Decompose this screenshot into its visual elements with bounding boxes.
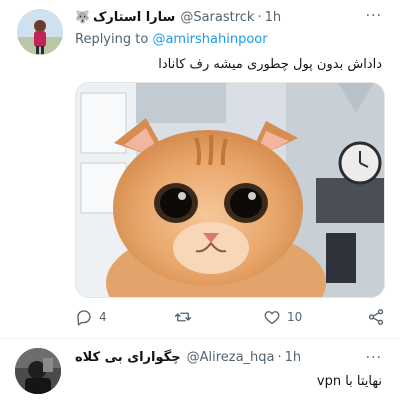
like-button[interactable]: 10	[263, 306, 302, 328]
reply-button[interactable]: 4	[75, 306, 107, 328]
tweet-text: داداش بدون پول چطوری میشه رف کانادا	[158, 57, 382, 72]
user-handle[interactable]: @Alireza_hqa	[187, 350, 275, 365]
tweet-actions: 4 10	[75, 306, 385, 328]
display-name[interactable]: چگوارای بی کلاه	[75, 350, 181, 365]
more-icon[interactable]: ···	[366, 350, 382, 366]
replying-to-label: Replying to	[75, 32, 153, 47]
share-button[interactable]	[367, 306, 385, 328]
reply-icon	[77, 310, 91, 326]
separator-dot: ·	[277, 349, 282, 365]
timestamp[interactable]: 1h	[285, 350, 302, 365]
tweet-media-image[interactable]	[75, 82, 385, 298]
avatar[interactable]	[17, 9, 63, 55]
share-icon	[368, 309, 384, 325]
like-count: 10	[287, 310, 303, 324]
wolf-icon: 🐺	[75, 10, 90, 24]
timestamp[interactable]: 1h	[265, 10, 282, 25]
heart-icon	[264, 311, 280, 325]
separator-dot: ·	[257, 9, 262, 25]
tweet[interactable]: 🐺 سارا استارک @Sarastrck · 1h ··· Replyi…	[0, 0, 400, 339]
reply-count: 4	[99, 310, 107, 324]
avatar[interactable]	[15, 348, 61, 394]
tweet-header: 🐺 سارا استارک @Sarastrck · 1h	[75, 8, 281, 26]
replying-to: Replying to @amirshahinpoor	[75, 32, 268, 47]
display-name[interactable]: سارا استارک	[93, 10, 175, 25]
reply-header: چگوارای بی کلاه @Alireza_hqa · 1h	[75, 348, 301, 366]
reply-to-handle[interactable]: @amirshahinpoor	[152, 32, 267, 47]
retweet-button[interactable]	[173, 306, 199, 328]
tweet-text: نهایتا با vpn	[316, 374, 382, 389]
user-handle[interactable]: @Sarastrck	[180, 10, 254, 25]
more-icon[interactable]: ···	[366, 8, 382, 24]
retweet-icon	[174, 312, 192, 322]
